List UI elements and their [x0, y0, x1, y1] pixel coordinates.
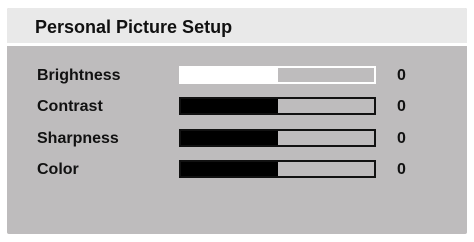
picture-setup-panel: Personal Picture Setup Brightness 0 Cont… — [7, 8, 467, 234]
level-fill — [181, 99, 278, 113]
setting-row-contrast[interactable]: Contrast 0 — [7, 97, 467, 119]
osd-frame: Personal Picture Setup Brightness 0 Cont… — [0, 0, 474, 242]
setting-value: 0 — [397, 161, 406, 178]
setting-row-color[interactable]: Color 0 — [7, 160, 467, 182]
level-fill — [181, 162, 278, 176]
level-fill — [181, 131, 278, 145]
setting-label: Color — [37, 161, 79, 178]
level-fill — [181, 68, 278, 82]
setting-row-brightness[interactable]: Brightness 0 — [7, 66, 467, 88]
setting-value: 0 — [397, 98, 406, 115]
color-level-bar[interactable] — [179, 160, 376, 178]
title-bar: Personal Picture Setup — [7, 8, 467, 46]
setting-value: 0 — [397, 67, 406, 84]
setting-label: Sharpness — [37, 130, 119, 147]
dialog-title: Personal Picture Setup — [35, 17, 233, 37]
brightness-level-bar[interactable] — [179, 66, 376, 84]
sharpness-level-bar[interactable] — [179, 129, 376, 147]
setting-label: Brightness — [37, 67, 121, 84]
setting-label: Contrast — [37, 98, 103, 115]
contrast-level-bar[interactable] — [179, 97, 376, 115]
setting-row-sharpness[interactable]: Sharpness 0 — [7, 129, 467, 151]
setting-value: 0 — [397, 130, 406, 147]
